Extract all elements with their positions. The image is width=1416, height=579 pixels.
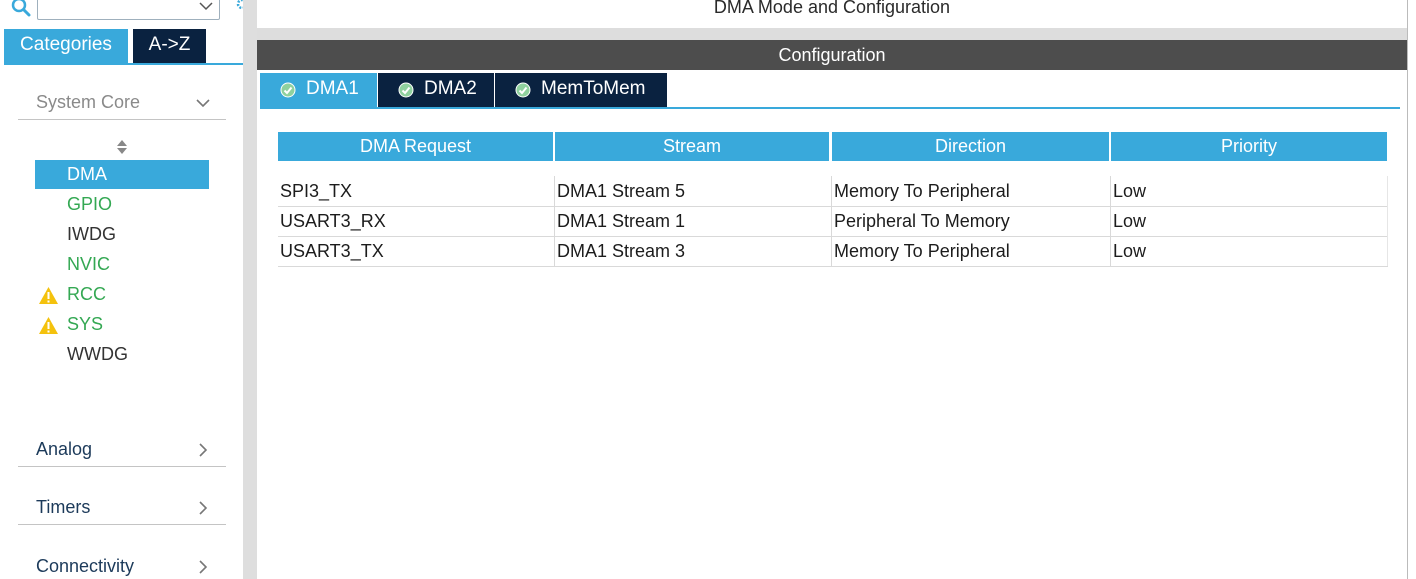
tab-categories[interactable]: Categories xyxy=(4,29,128,63)
configuration-header: Configuration xyxy=(257,40,1407,70)
cell-dma-request: USART3_RX xyxy=(278,206,555,236)
tab-memtomem[interactable]: MemToMem xyxy=(495,73,667,107)
tab-dma2[interactable]: DMA2 xyxy=(378,73,494,107)
sidebar-item-label: RCC xyxy=(67,284,106,304)
chevron-down-icon[interactable] xyxy=(199,1,213,11)
column-header-stream[interactable]: Stream xyxy=(555,132,829,161)
vertical-scrollbar[interactable] xyxy=(1407,0,1416,579)
sidebar-item-label: GPIO xyxy=(67,194,113,214)
tab-label: DMA1 xyxy=(306,78,359,99)
category-system-core[interactable]: System Core xyxy=(18,85,226,120)
cell-priority: Low xyxy=(1111,176,1388,206)
table-row[interactable]: USART3_TX DMA1 Stream 3 Memory To Periph… xyxy=(278,236,1388,267)
cell-priority: Low xyxy=(1111,206,1388,236)
warning-icon xyxy=(39,317,58,334)
category-label: Timers xyxy=(36,497,91,517)
cell-stream: DMA1 Stream 5 xyxy=(555,176,832,206)
tab-label: MemToMem xyxy=(541,78,646,99)
category-label: Analog xyxy=(36,439,93,459)
sidebar: Categories A->Z System Core DMA GPIO IWD… xyxy=(0,0,243,579)
sidebar-item-dma[interactable]: DMA xyxy=(35,160,209,189)
cell-priority: Low xyxy=(1111,236,1388,266)
sidebar-item-sys[interactable]: SYS xyxy=(35,310,209,339)
sidebar-item-label: WWDG xyxy=(67,344,128,364)
cell-dma-request: SPI3_TX xyxy=(278,176,555,206)
chevron-down-icon xyxy=(196,99,210,108)
sidebar-item-rcc[interactable]: RCC xyxy=(35,280,209,309)
cell-direction: Peripheral To Memory xyxy=(832,206,1111,236)
tabs-underline xyxy=(260,107,1400,109)
tabs-underline xyxy=(4,63,243,65)
cell-dma-request: USART3_TX xyxy=(278,236,555,266)
chevron-right-icon xyxy=(199,443,208,457)
search-input[interactable] xyxy=(37,0,220,20)
sidebar-item-nvic[interactable]: NVIC xyxy=(35,250,209,279)
column-header-dma-request[interactable]: DMA Request xyxy=(278,132,553,161)
category-connectivity[interactable]: Connectivity xyxy=(18,549,226,579)
tab-dma1[interactable]: DMA1 xyxy=(260,73,377,107)
sidebar-splitter[interactable] xyxy=(243,0,257,579)
mode-title: DMA Mode and Configuration xyxy=(257,0,1407,28)
sidebar-item-label: DMA xyxy=(67,164,107,184)
cell-direction: Memory To Peripheral xyxy=(832,236,1111,266)
check-circle-icon xyxy=(280,82,296,98)
category-timers[interactable]: Timers xyxy=(18,490,226,525)
cell-stream: DMA1 Stream 3 xyxy=(555,236,832,266)
category-label: Connectivity xyxy=(36,556,135,576)
search-icon[interactable] xyxy=(10,0,32,18)
category-analog[interactable]: Analog xyxy=(18,432,226,467)
table-row[interactable]: SPI3_TX DMA1 Stream 5 Memory To Peripher… xyxy=(278,176,1388,207)
sidebar-item-wwdg[interactable]: WWDG xyxy=(35,340,209,369)
table-row[interactable]: USART3_RX DMA1 Stream 1 Peripheral To Me… xyxy=(278,206,1388,237)
configuration-panel: Configuration DMA1 DMA2 MemToMem DMA Req… xyxy=(257,40,1407,579)
column-header-priority[interactable]: Priority xyxy=(1111,132,1387,161)
sidebar-item-label: IWDG xyxy=(67,224,116,244)
sidebar-item-label: SYS xyxy=(67,314,104,334)
sort-icon[interactable] xyxy=(115,138,129,156)
chevron-right-icon xyxy=(199,560,208,574)
gear-icon[interactable] xyxy=(236,0,243,12)
check-circle-icon xyxy=(515,82,531,98)
category-label: System Core xyxy=(36,92,141,112)
check-circle-icon xyxy=(398,82,414,98)
main-area: DMA Mode and Configuration Configuration… xyxy=(257,0,1416,579)
chevron-right-icon xyxy=(199,501,208,515)
sidebar-item-iwdg[interactable]: IWDG xyxy=(35,220,209,249)
tab-a-to-z[interactable]: A->Z xyxy=(133,29,206,63)
cell-direction: Memory To Peripheral xyxy=(832,176,1111,206)
sidebar-item-label: NVIC xyxy=(67,254,111,274)
column-header-direction[interactable]: Direction xyxy=(832,132,1109,161)
sidebar-item-gpio[interactable]: GPIO xyxy=(35,190,209,219)
warning-icon xyxy=(39,287,58,304)
tab-label: DMA2 xyxy=(424,78,477,99)
cell-stream: DMA1 Stream 1 xyxy=(555,206,832,236)
